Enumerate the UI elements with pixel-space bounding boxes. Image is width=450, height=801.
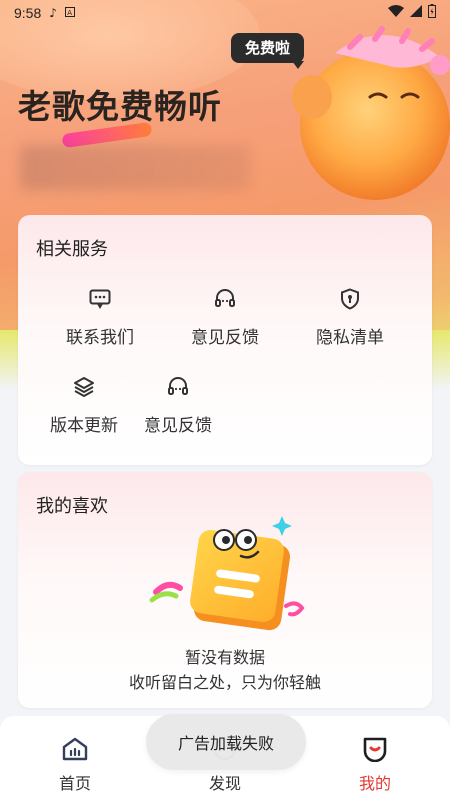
empty-state-illustration [146, 510, 306, 640]
notification-a-icon: A [64, 6, 75, 20]
tab-label: 发现 [208, 774, 241, 793]
chat-icon [88, 287, 112, 311]
status-indicators [388, 4, 436, 22]
mascot-illustration [290, 25, 450, 205]
service-label: 联系我们 [66, 328, 134, 348]
status-time: 9:58 [14, 5, 42, 21]
hero-title: 老歌免费畅听 [18, 87, 222, 126]
favorites-title: 我的喜欢 [36, 496, 108, 517]
status-bar: 9:58 ♪ A [0, 0, 450, 26]
service-feedback-2[interactable]: 意见反馈 [118, 375, 238, 436]
toast-message: 广告加载失败 [146, 714, 306, 770]
wifi-icon [388, 5, 404, 21]
shield-lock-icon [338, 287, 362, 311]
svg-text:A: A [67, 9, 72, 17]
profile-icon [361, 736, 389, 766]
service-feedback[interactable]: 意见反馈 [165, 287, 285, 348]
empty-state-subtitle: 收听留白之处，只为你轻触 [128, 673, 321, 692]
empty-state-title: 暂没有数据 [184, 648, 265, 667]
service-privacy-list[interactable]: 隐私清单 [290, 287, 410, 348]
tab-label: 首页 [58, 774, 91, 793]
headset-icon [213, 287, 237, 311]
home-icon [61, 736, 89, 766]
signal-icon [410, 5, 422, 21]
layers-icon [72, 375, 96, 399]
tab-profile[interactable]: 我的 [330, 736, 420, 794]
service-label: 意见反馈 [144, 416, 212, 436]
service-label: 意见反馈 [191, 328, 259, 348]
tab-label: 我的 [358, 774, 391, 793]
tab-home[interactable]: 首页 [30, 736, 120, 794]
services-card: 相关服务 联系我们 意见反馈 隐私清单 版本更新 意见反馈 [18, 215, 432, 465]
service-label: 隐私清单 [316, 328, 384, 348]
music-note-icon: ♪ [49, 6, 57, 20]
favorites-card: 我的喜欢 暂没有数据 收听留白之处，只为你轻触 [18, 472, 432, 708]
hero-blurred-subtitle [20, 145, 250, 190]
services-title: 相关服务 [36, 239, 108, 260]
battery-icon [428, 4, 436, 22]
headset-icon [166, 375, 190, 399]
service-contact-us[interactable]: 联系我们 [40, 287, 160, 348]
service-label: 版本更新 [50, 416, 118, 436]
